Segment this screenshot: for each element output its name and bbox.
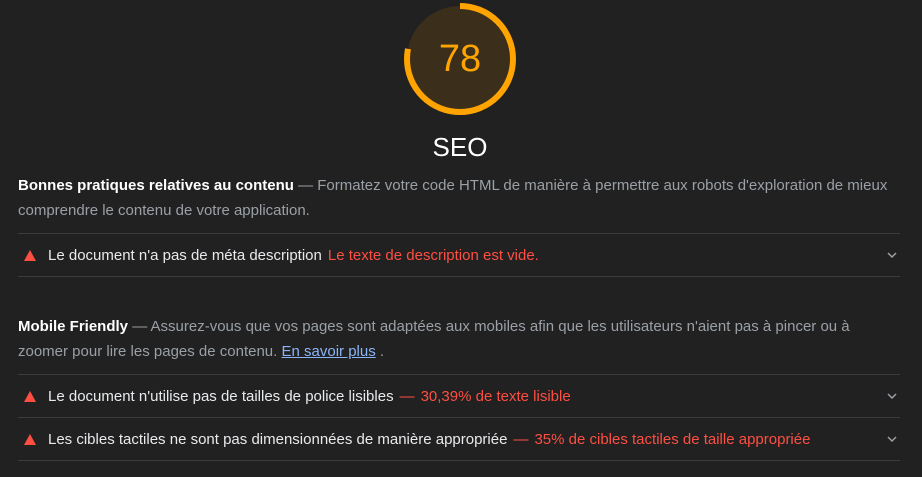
group-dash: — bbox=[298, 177, 314, 194]
chevron-down-icon[interactable] bbox=[886, 433, 898, 445]
chevron-down-icon[interactable] bbox=[886, 249, 898, 261]
group-title: Mobile Friendly bbox=[18, 318, 129, 335]
audit-separator: — bbox=[513, 430, 529, 448]
audit-list: Le document n'a pas de méta description … bbox=[18, 233, 900, 277]
audit-display-value: 30,39% de texte lisible bbox=[420, 387, 571, 405]
group-dash: — bbox=[132, 318, 148, 335]
audit-tap-targets[interactable]: Les cibles tactiles ne sont pas dimensio… bbox=[18, 418, 900, 461]
group-content-best-practices: Bonnes pratiques relatives au contenu — … bbox=[18, 173, 900, 277]
lighthouse-seo-report: 78 SEO Bonnes pratiques relatives au con… bbox=[0, 0, 922, 477]
audit-meta-description[interactable]: Le document n'a pas de méta description … bbox=[18, 234, 900, 277]
fail-triangle-icon bbox=[24, 249, 36, 261]
audit-separator: — bbox=[399, 387, 415, 405]
audit-list: Le document n'utilise pas de tailles de … bbox=[18, 374, 900, 461]
audit-title: Le document n'utilise pas de tailles de … bbox=[48, 387, 394, 405]
audit-title: Le document n'a pas de méta description bbox=[48, 246, 322, 264]
group-description: Mobile Friendly — Assurez-vous que vos p… bbox=[18, 314, 900, 364]
group-mobile-friendly: Mobile Friendly — Assurez-vous que vos p… bbox=[18, 314, 900, 461]
chevron-down-icon[interactable] bbox=[886, 390, 898, 402]
fail-triangle-icon bbox=[24, 390, 36, 402]
audit-display-value: 35% de cibles tactiles de taille appropr… bbox=[534, 430, 811, 448]
audit-title: Les cibles tactiles ne sont pas dimensio… bbox=[48, 430, 508, 448]
group-description-end: . bbox=[379, 343, 385, 360]
audit-display-value: Le texte de description est vide. bbox=[327, 246, 539, 264]
score-value: 78 bbox=[438, 37, 482, 80]
group-title: Bonnes pratiques relatives au contenu bbox=[18, 177, 294, 194]
score-title: SEO bbox=[432, 132, 488, 162]
learn-more-link[interactable]: En savoir plus bbox=[282, 343, 376, 360]
fail-triangle-icon bbox=[24, 433, 36, 445]
audit-font-size[interactable]: Le document n'utilise pas de tailles de … bbox=[18, 375, 900, 418]
score-gauge: 78 bbox=[400, 0, 520, 120]
group-description: Bonnes pratiques relatives au contenu — … bbox=[18, 173, 900, 223]
